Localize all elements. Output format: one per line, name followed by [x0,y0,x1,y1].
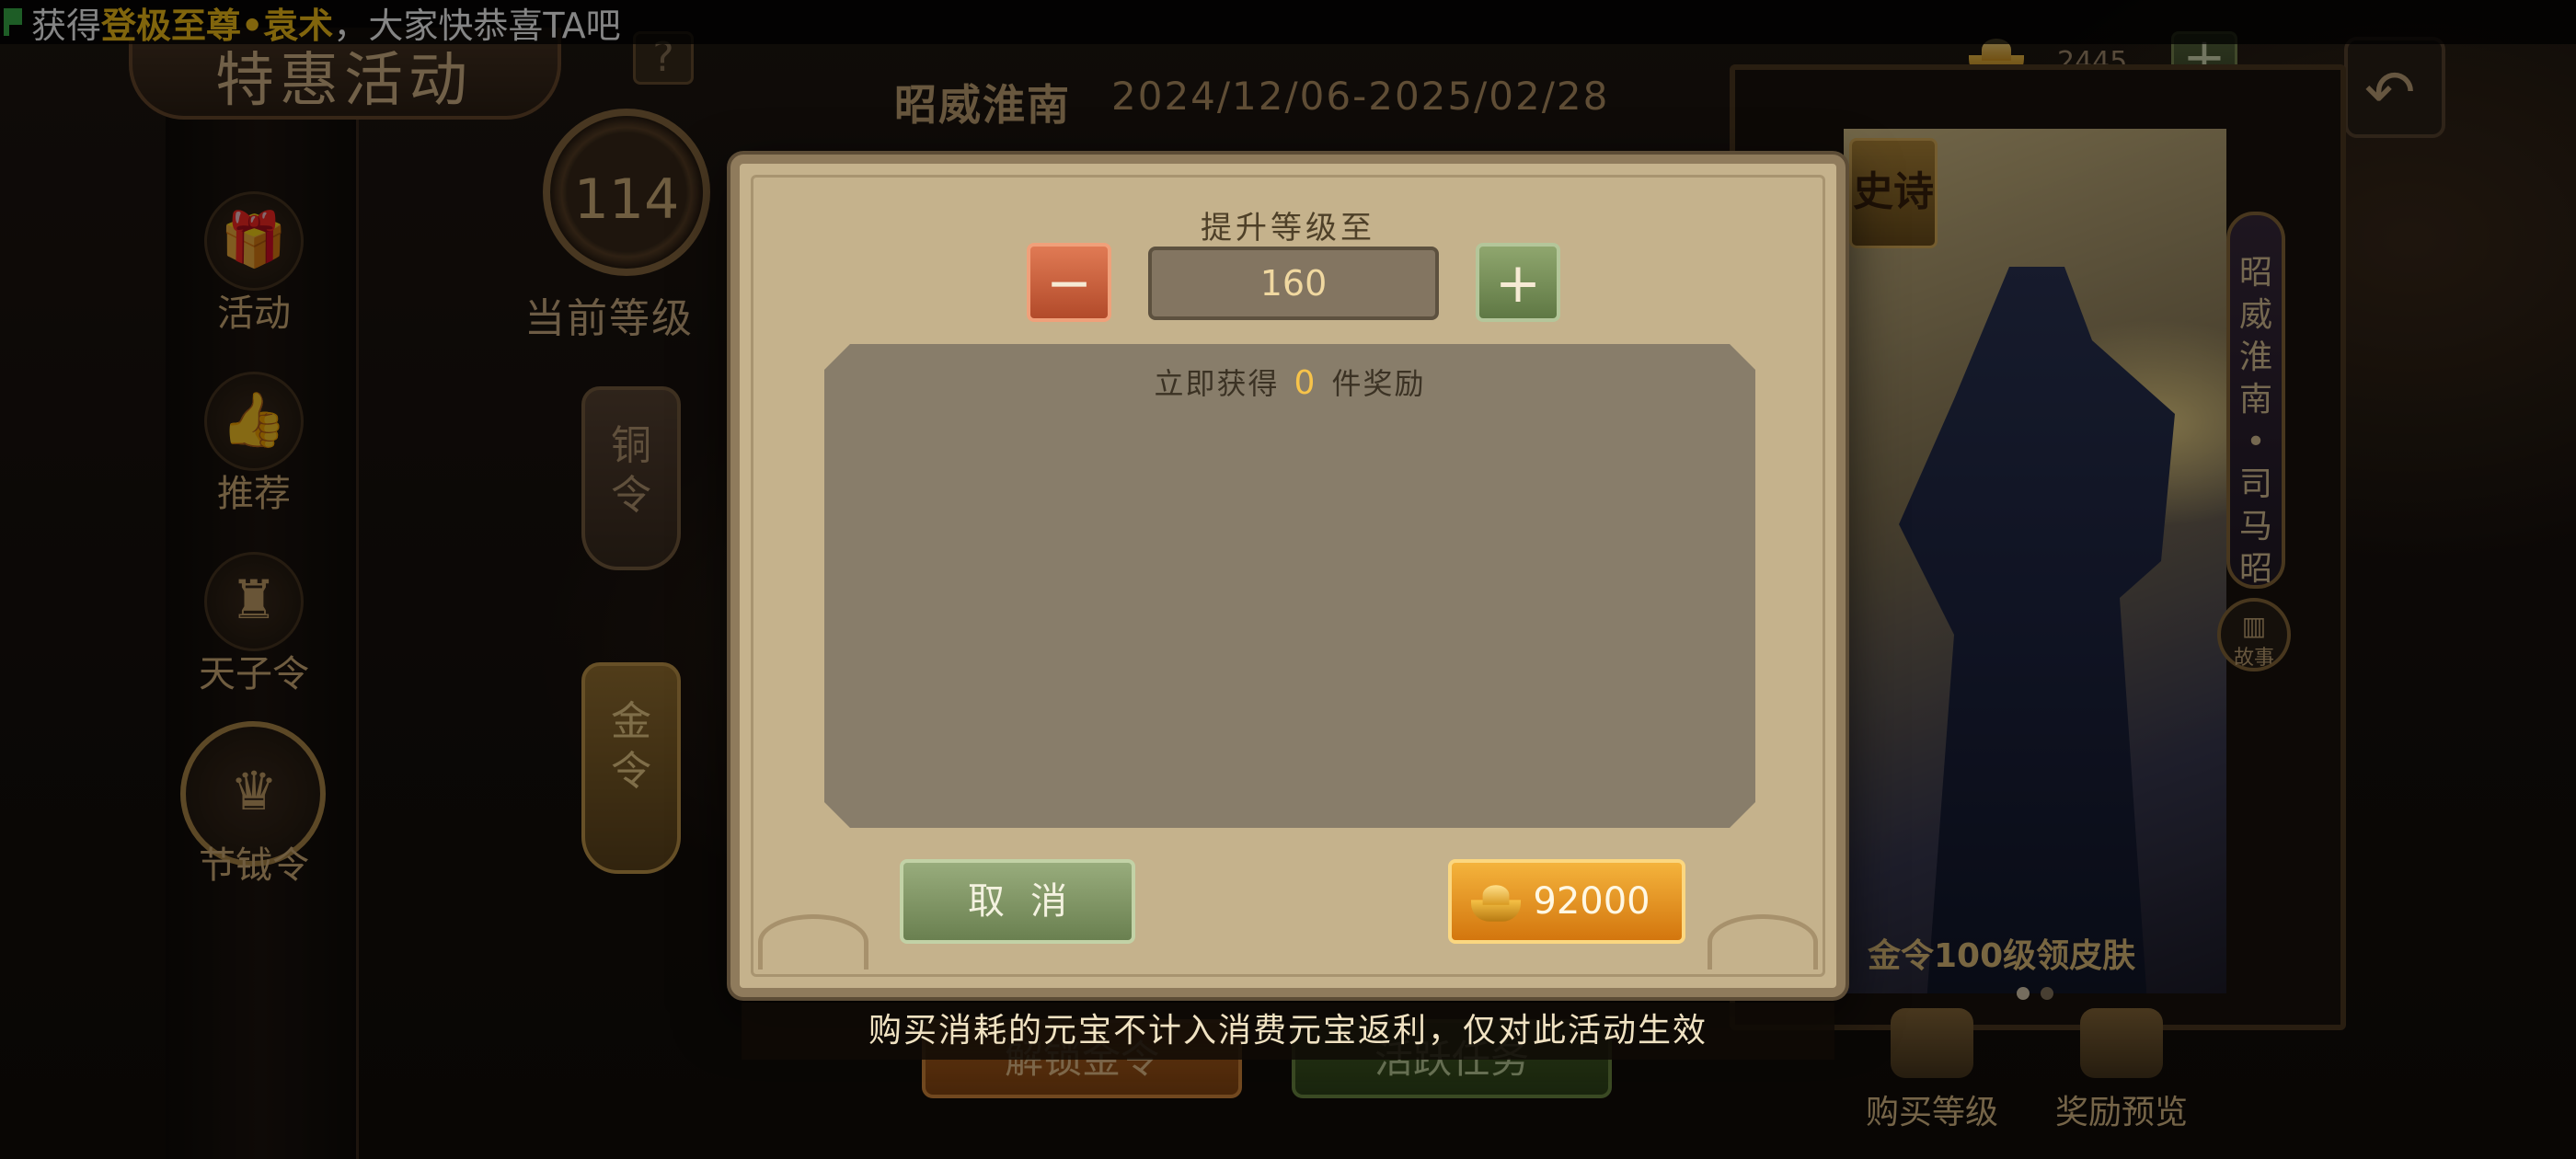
buy-level-dialog: 提升等级至 − 160 + 立即获得 0 件奖励 取消 92000 [730,155,1846,997]
purchase-button[interactable]: 92000 [1448,859,1685,944]
dialog-title: 提升等级至 [1201,210,1375,247]
decrease-level-button[interactable]: − [1027,243,1111,322]
purchase-price: 92000 [1533,880,1650,923]
corner-ornament [1708,914,1818,970]
purchase-notice: 购买消耗的元宝不计入消费元宝返利，仅对此活动生效 [742,1003,1834,1060]
target-level-input[interactable]: 160 [1148,247,1439,320]
reward-count: 0 [1294,364,1317,402]
corner-ornament [758,914,868,970]
increase-level-button[interactable]: + [1476,243,1560,322]
gold-ingot-icon [1471,885,1521,922]
reward-list-panel: 立即获得 0 件奖励 [824,344,1755,828]
reward-summary: 立即获得 0 件奖励 [824,361,1755,403]
reward-suffix: 件奖励 [1331,366,1426,401]
reward-prefix: 立即获得 [1154,366,1280,401]
cancel-button[interactable]: 取消 [900,859,1135,944]
